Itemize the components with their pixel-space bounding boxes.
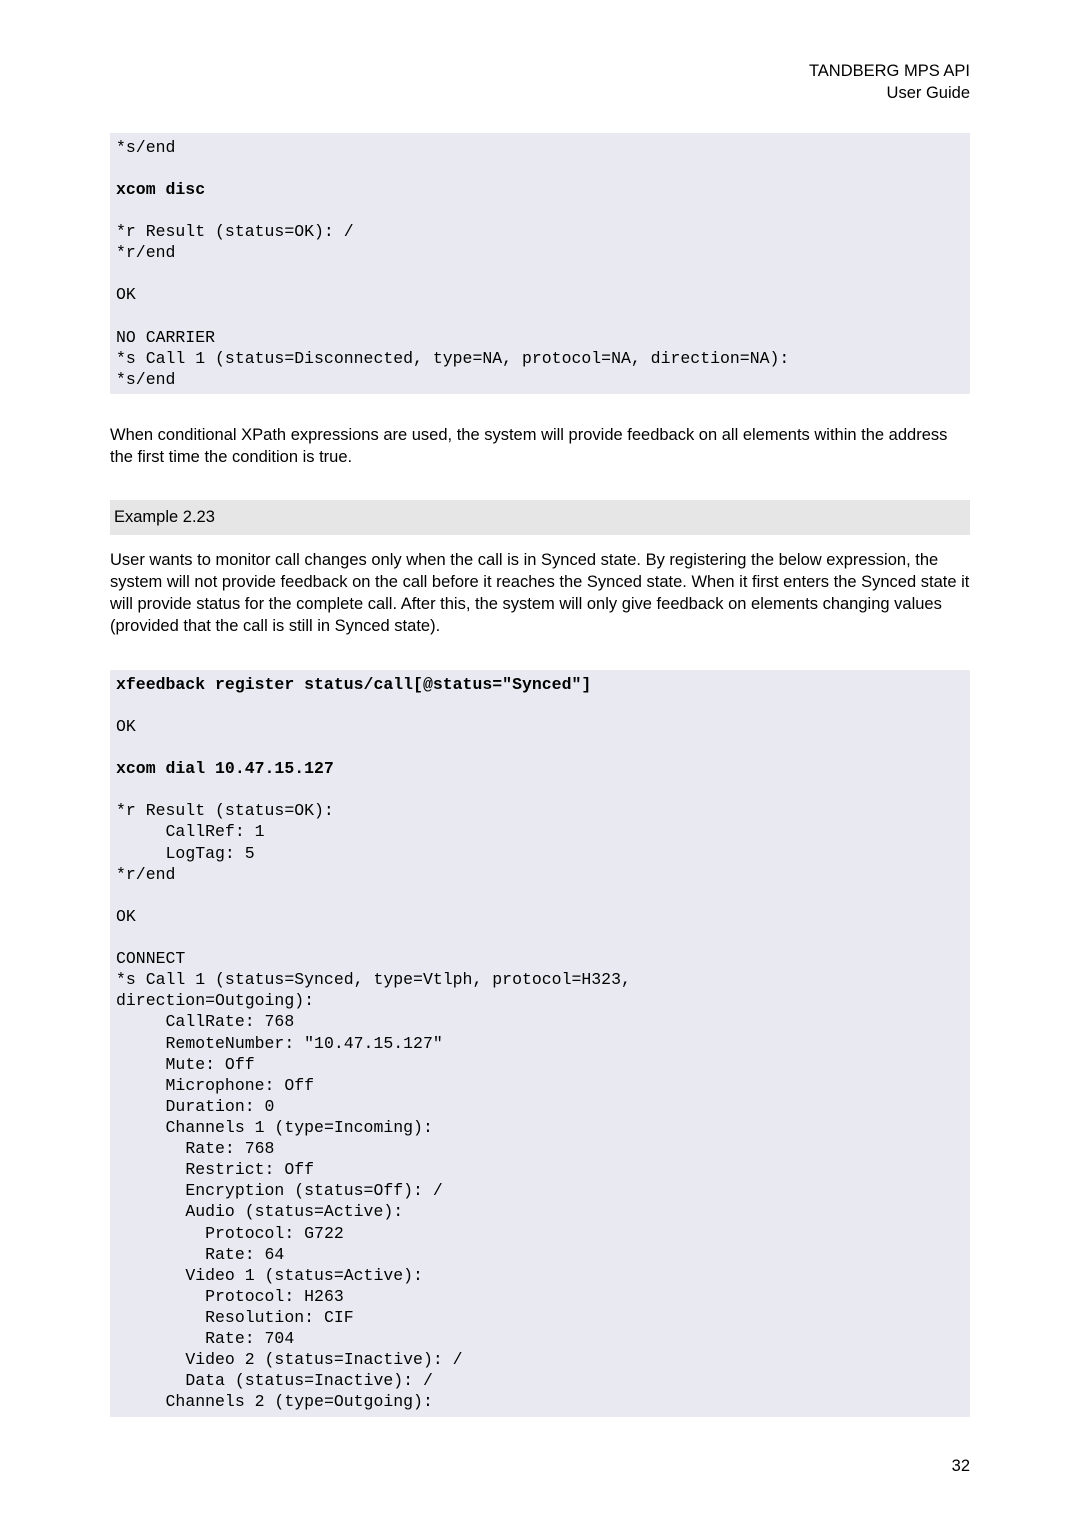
- doc-title-line1: TANDBERG MPS API: [110, 60, 970, 82]
- paragraph-2: User wants to monitor call changes only …: [110, 549, 970, 638]
- code-block-1: *s/end xcom disc *r Result (status=OK): …: [110, 133, 970, 394]
- doc-header: TANDBERG MPS API User Guide: [110, 60, 970, 105]
- doc-title-line2: User Guide: [110, 82, 970, 104]
- example-heading: Example 2.23: [110, 500, 970, 534]
- paragraph-1: When conditional XPath expressions are u…: [110, 424, 970, 469]
- code-block-2: xfeedback register status/call[@status="…: [110, 670, 970, 1417]
- page-number: 32: [110, 1455, 970, 1477]
